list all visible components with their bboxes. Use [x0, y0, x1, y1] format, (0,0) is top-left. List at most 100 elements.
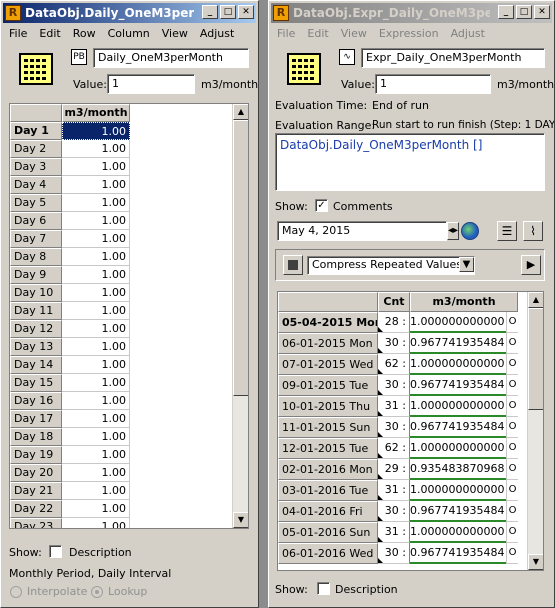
row-header[interactable]: 02-01-2016 Mon [278, 459, 378, 480]
data-type-icon[interactable]: PB [71, 49, 87, 65]
comments-checkbox[interactable]: ✓ [315, 199, 328, 212]
row-header[interactable]: Day 4 [10, 176, 62, 194]
table-cell[interactable]: 1.00 [62, 392, 130, 410]
value-cell[interactable]: 0.967741935484 [410, 333, 506, 354]
menu-view[interactable]: View [156, 25, 194, 43]
play-icon[interactable]: ▶ [521, 255, 541, 275]
menu-view[interactable]: View [335, 25, 373, 43]
table-cell[interactable]: 1.00 [62, 356, 130, 374]
table-cell[interactable]: 1.00 [62, 176, 130, 194]
table-cell[interactable]: 1.00 [62, 158, 130, 176]
count-cell[interactable]: 30 : [378, 333, 410, 354]
row-header[interactable]: Day 15 [10, 374, 62, 392]
row-header[interactable]: Day 11 [10, 302, 62, 320]
row-header[interactable]: 11-01-2015 Sun [278, 417, 378, 438]
value-cell[interactable]: 1.000000000000 [410, 480, 506, 501]
value-cell[interactable]: 1.000000000000 [410, 312, 506, 333]
lookup-radio[interactable] [91, 586, 103, 598]
value-cell[interactable]: 1.000000000000 [410, 354, 506, 375]
flag-cell[interactable]: O [506, 417, 518, 438]
row-header[interactable]: 05-04-2015 Mon [278, 312, 378, 333]
count-cell[interactable]: 28 : [378, 312, 410, 333]
value-cell[interactable]: 1.000000000000 [410, 396, 506, 417]
object-name-field[interactable]: Expr_Daily_OneM3perMonth [361, 48, 545, 68]
column-header[interactable]: m3/month [62, 104, 130, 122]
value-field[interactable]: 1 [375, 74, 491, 94]
table-cell[interactable]: 1.00 [62, 428, 130, 446]
value-cell[interactable]: 0.935483870968 [410, 459, 506, 480]
globe-icon[interactable] [461, 222, 479, 240]
value-field[interactable]: 1 [107, 74, 195, 94]
row-header[interactable]: Day 19 [10, 446, 62, 464]
menu-column[interactable]: Column [102, 25, 156, 43]
table-cell[interactable]: 1.00 [62, 230, 130, 248]
table-cell[interactable]: 1.00 [62, 374, 130, 392]
flag-cell[interactable]: O [506, 438, 518, 459]
table-cell[interactable]: 1.00 [62, 212, 130, 230]
row-header[interactable]: Day 10 [10, 284, 62, 302]
flag-cell[interactable]: O [506, 396, 518, 417]
description-checkbox[interactable] [49, 545, 62, 558]
table-cell[interactable]: 1.00 [62, 140, 130, 158]
date-spinner-icon[interactable]: ◂▸ [447, 222, 459, 240]
scroll-up-icon[interactable]: ▲ [233, 104, 248, 120]
table-cell[interactable]: 1.00 [62, 302, 130, 320]
value-cell[interactable]: 1.000000000000 [410, 522, 506, 543]
flag-cell[interactable]: O [506, 312, 518, 333]
count-cell[interactable]: 31 : [378, 480, 410, 501]
expression-type-icon[interactable]: ∿ [339, 49, 355, 65]
count-cell[interactable]: 31 : [378, 396, 410, 417]
row-header[interactable]: Day 17 [10, 410, 62, 428]
flag-cell[interactable]: O [506, 543, 518, 564]
row-header[interactable]: Day 23 [10, 518, 62, 528]
vertical-scrollbar[interactable]: ▲ ▼ [232, 104, 248, 528]
table-cell[interactable]: 1.00 [62, 194, 130, 212]
table-cell[interactable]: 1.00 [62, 248, 130, 266]
value-cell[interactable]: 0.967741935484 [410, 375, 506, 396]
flag-cell[interactable]: O [506, 354, 518, 375]
value-cell[interactable]: 0.967741935484 [410, 417, 506, 438]
minimize-button[interactable]: _ [498, 5, 514, 19]
row-header[interactable]: Day 6 [10, 212, 62, 230]
object-name-field[interactable]: Daily_OneM3perMonth [93, 48, 249, 68]
chevron-down-icon[interactable]: ▼ [459, 257, 474, 272]
row-header[interactable]: 06-01-2015 Mon [278, 333, 378, 354]
row-header[interactable]: Day 12 [10, 320, 62, 338]
close-button[interactable]: ✕ [238, 5, 254, 19]
row-header[interactable]: 09-01-2015 Tue [278, 375, 378, 396]
vertical-scrollbar[interactable]: ▲ ▼ [527, 292, 543, 570]
menu-edit[interactable]: Edit [33, 25, 66, 43]
interpolate-radio[interactable] [10, 586, 22, 598]
menu-file[interactable]: File [271, 25, 301, 43]
row-header[interactable]: 07-01-2015 Wed [278, 354, 378, 375]
list-view-icon[interactable]: ☰ [497, 221, 517, 241]
row-header[interactable]: 12-01-2015 Tue [278, 438, 378, 459]
flag-cell[interactable]: O [506, 501, 518, 522]
menu-file[interactable]: File [3, 25, 33, 43]
compress-toggle-icon[interactable] [283, 255, 303, 275]
row-header[interactable]: Day 9 [10, 266, 62, 284]
flag-cell[interactable]: O [506, 522, 518, 543]
row-header[interactable]: 03-01-2016 Tue [278, 480, 378, 501]
scroll-up-icon[interactable]: ▲ [528, 292, 543, 308]
cnt-column-header[interactable]: Cnt [378, 292, 410, 312]
menu-adjust[interactable]: Adjust [445, 25, 491, 43]
row-header[interactable]: Day 14 [10, 356, 62, 374]
scroll-down-icon[interactable]: ▼ [528, 554, 543, 570]
menu-expression[interactable]: Expression [373, 25, 445, 43]
table-cell[interactable]: 1.00 [62, 500, 130, 518]
count-cell[interactable]: 30 : [378, 543, 410, 564]
table-cell[interactable]: 1.00 [62, 410, 130, 428]
value-column-header[interactable]: m3/month [410, 292, 518, 312]
title-bar[interactable]: R DataObj.Daily_OneM3perMon… _ □ ✕ [3, 3, 256, 23]
count-cell[interactable]: 30 : [378, 501, 410, 522]
expression-editor[interactable]: DataObj.Daily_OneM3perMonth [] [275, 133, 545, 191]
compress-select[interactable]: Compress Repeated Values [307, 256, 475, 275]
table-cell[interactable]: 1.00 [62, 266, 130, 284]
scroll-down-icon[interactable]: ▼ [233, 512, 248, 528]
maximize-button[interactable]: □ [220, 5, 236, 19]
row-header[interactable]: Day 21 [10, 482, 62, 500]
flag-cell[interactable]: O [506, 480, 518, 501]
menu-adjust[interactable]: Adjust [194, 25, 240, 43]
description-checkbox[interactable] [317, 582, 330, 595]
